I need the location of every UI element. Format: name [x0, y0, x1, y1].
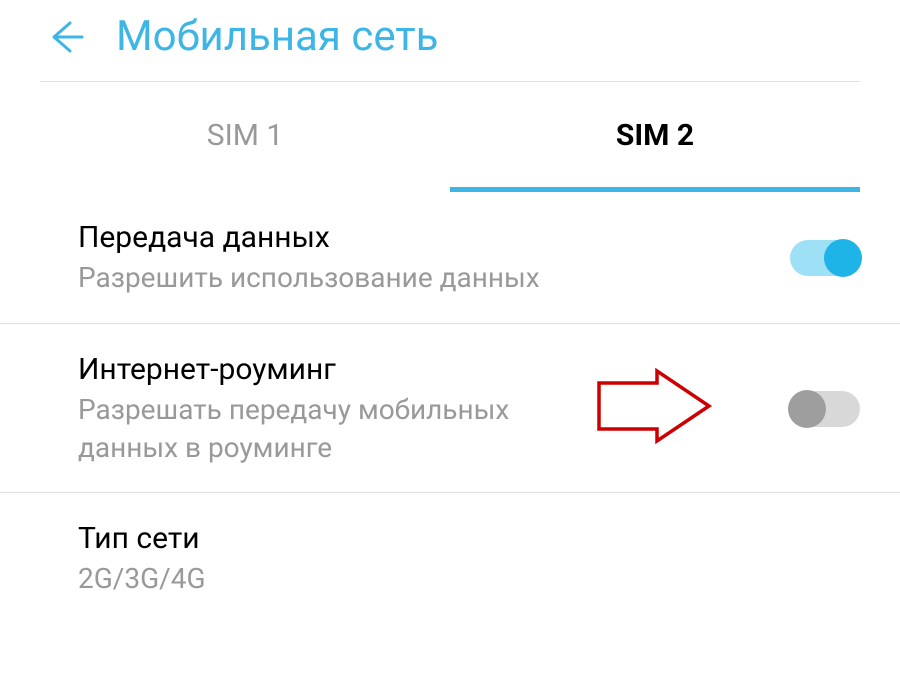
setting-title: Тип сети: [78, 521, 860, 556]
setting-data-transfer[interactable]: Передача данных Разрешить использование …: [0, 192, 900, 324]
back-button[interactable]: [40, 13, 88, 61]
setting-text: Передача данных Разрешить использование …: [78, 220, 770, 297]
setting-title: Передача данных: [78, 220, 770, 255]
page-title: Мобильная сеть: [116, 12, 438, 61]
setting-text: Тип сети 2G/3G/4G: [78, 521, 860, 598]
setting-roaming[interactable]: Интернет-роуминг Разрешать передачу моби…: [0, 324, 900, 494]
setting-network-type[interactable]: Тип сети 2G/3G/4G: [0, 493, 900, 624]
setting-subtitle: 2G/3G/4G: [78, 560, 860, 598]
toggle-roaming[interactable]: [790, 391, 860, 427]
toggle-thumb: [788, 390, 826, 428]
toggle-thumb: [824, 239, 862, 277]
back-arrow-icon: [44, 17, 84, 57]
tab-sim2[interactable]: SIM 2: [450, 82, 860, 192]
settings-list: Передача данных Разрешить использование …: [0, 192, 900, 624]
tab-sim1[interactable]: SIM 1: [40, 82, 450, 192]
setting-subtitle: Разрешить использование данных: [78, 259, 770, 297]
sim-tabs: SIM 1 SIM 2: [40, 81, 860, 192]
toggle-data-transfer[interactable]: [790, 240, 860, 276]
setting-title: Интернет-роуминг: [78, 352, 770, 387]
setting-subtitle: Разрешать передачу мобильных данных в ро…: [78, 391, 598, 467]
setting-text: Интернет-роуминг Разрешать передачу моби…: [78, 352, 770, 467]
